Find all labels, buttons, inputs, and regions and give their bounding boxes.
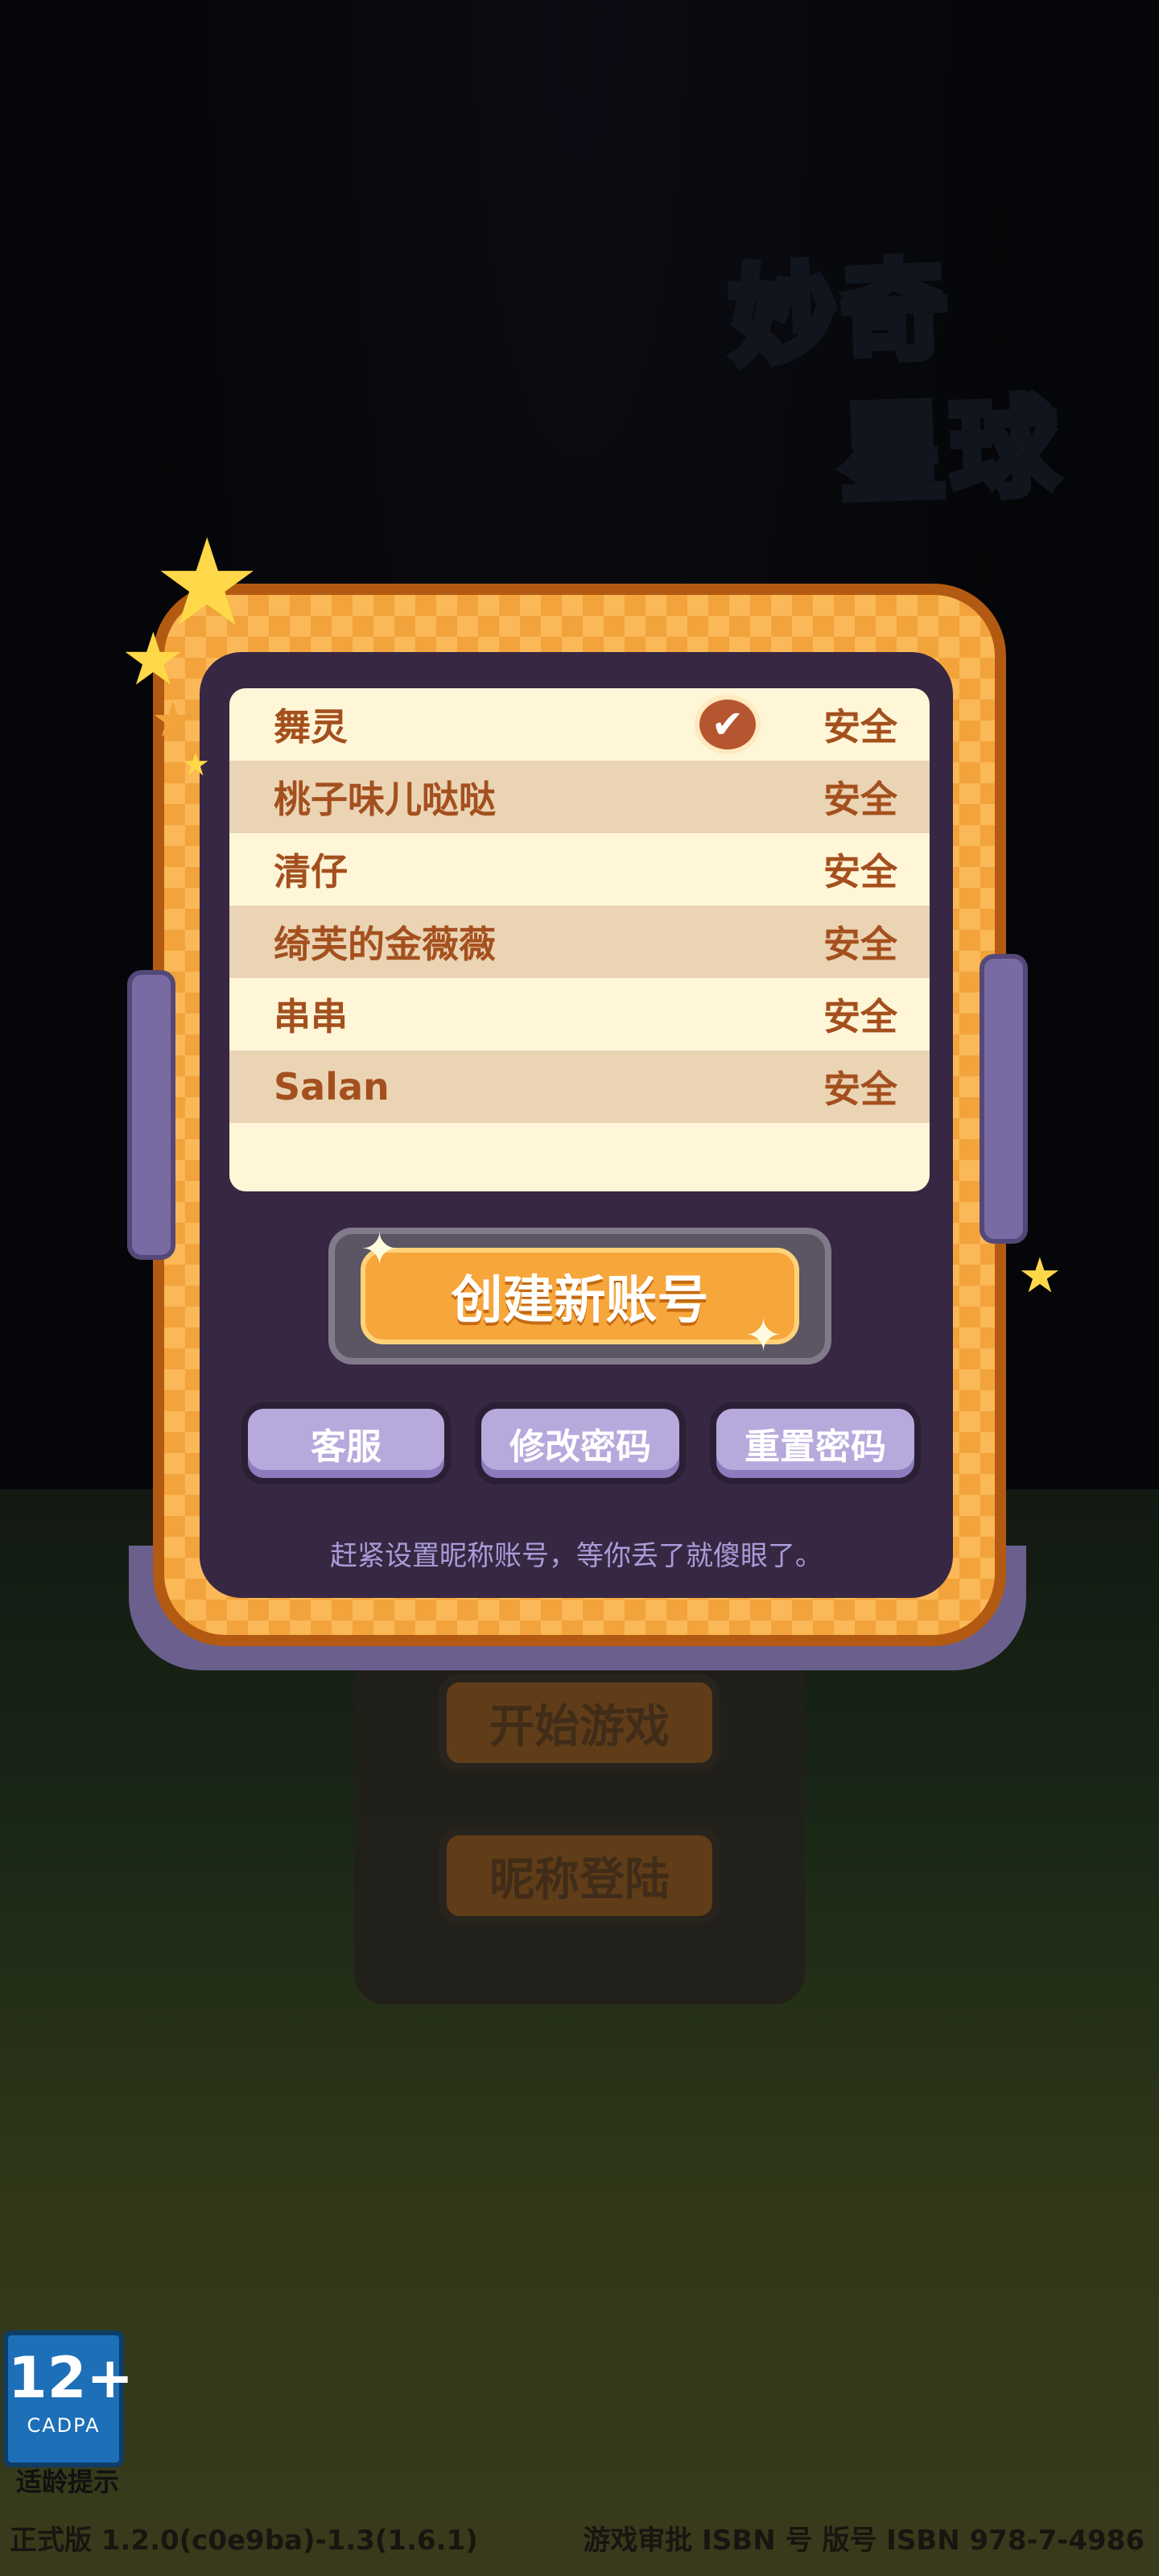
- star-icon: ★: [1018, 1248, 1062, 1304]
- account-status: 安全: [823, 705, 897, 749]
- star-icon: ★: [151, 692, 195, 749]
- age-rating-label[interactable]: 适龄提示: [16, 2462, 119, 2499]
- account-row[interactable]: 串串 安全: [229, 978, 930, 1051]
- star-icon: ★: [181, 746, 210, 783]
- account-status: 安全: [823, 995, 897, 1038]
- create-account-button[interactable]: 创建新账号: [361, 1248, 799, 1344]
- account-row[interactable]: 绮芙的金薇薇 安全: [229, 906, 930, 978]
- account-list: 舞灵 ✔ 安全 桃子味儿哒哒 安全 清仔 安全 绮芙的金薇薇 安全 串串 安全 …: [229, 688, 930, 1191]
- account-name: 桃子味儿哒哒: [274, 778, 496, 821]
- account-status: 安全: [823, 923, 897, 966]
- account-row[interactable]: 清仔 安全: [229, 833, 930, 906]
- sparkle-icon: ✦: [361, 1224, 398, 1276]
- account-row[interactable]: Salan 安全: [229, 1051, 930, 1123]
- license-text: 游戏审批 ISBN 号 版号 ISBN 978-7-4986: [583, 2524, 1145, 2557]
- account-name: 绮芙的金薇薇: [274, 923, 496, 966]
- account-row[interactable]: 桃子味儿哒哒 安全: [229, 761, 930, 833]
- age-rating-org: CADPA: [27, 2414, 101, 2437]
- age-rating-badge[interactable]: 12+ CADPA: [3, 2330, 134, 2467]
- customer-service-button[interactable]: 客服: [241, 1402, 451, 1484]
- account-name: 清仔: [274, 850, 348, 894]
- change-password-button[interactable]: 修改密码: [475, 1402, 686, 1484]
- star-icon: ★: [121, 617, 186, 702]
- account-status: 安全: [823, 850, 897, 894]
- age-rating-number: 12+: [8, 2345, 134, 2411]
- reset-password-button[interactable]: 重置密码: [710, 1402, 921, 1484]
- check-circle-icon: ✔: [695, 695, 761, 754]
- account-name: Salan: [274, 1065, 390, 1108]
- modal-left-handle: [127, 970, 175, 1260]
- account-status: 安全: [823, 778, 897, 821]
- account-row-selected[interactable]: 舞灵 ✔ 安全: [229, 688, 930, 761]
- account-name: 串串: [274, 995, 348, 1038]
- sparkle-icon: ✦: [744, 1310, 782, 1362]
- account-status: 安全: [823, 1067, 897, 1111]
- nickname-tip: 赶紧设置昵称账号，等你丢了就傻眼了。: [330, 1540, 823, 1572]
- modal-right-handle: [980, 954, 1028, 1244]
- version-text: 正式版 1.2.0(c0e9ba)-1.3(1.6.1): [10, 2524, 478, 2557]
